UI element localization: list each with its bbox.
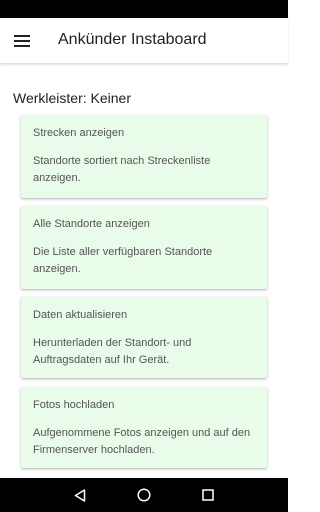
card-title: Alle Standorte anzeigen	[33, 218, 150, 230]
app-bar: Ankünder Instaboard	[0, 18, 288, 64]
navigation-bar	[0, 478, 288, 512]
card-description: Aufgenommene Fotos anzeigen und auf den …	[33, 427, 251, 456]
card-title: Daten aktualisieren	[33, 309, 128, 321]
card-fotos-hochladen[interactable]: Fotos hochladen Aufgenommene Fotos anzei…	[21, 387, 267, 468]
section-title: Werkleister: Keiner	[13, 90, 132, 106]
card-strecken-anzeigen[interactable]: Strecken anzeigen Standorte sortiert nac…	[21, 115, 267, 198]
card-alle-standorte-anzeigen[interactable]: Alle Standorte anzeigen Die Liste aller …	[21, 206, 267, 289]
recents-icon[interactable]	[188, 478, 228, 512]
home-icon[interactable]	[124, 478, 164, 512]
card-title: Strecken anzeigen	[33, 127, 125, 139]
card-description: Die Liste aller verfügbaren Standorte an…	[33, 246, 213, 275]
hamburger-menu-icon[interactable]	[14, 35, 30, 47]
app-title: Ankünder Instaboard	[58, 31, 207, 48]
card-description: Herunterladen der Standort- und Auftrags…	[33, 337, 192, 366]
back-icon[interactable]	[60, 478, 100, 512]
status-bar	[0, 0, 288, 18]
card-description: Standorte sortiert nach Streckenliste an…	[33, 155, 211, 184]
card-daten-aktualisieren[interactable]: Daten aktualisieren Herunterladen der St…	[21, 297, 267, 378]
card-title: Fotos hochladen	[33, 399, 115, 411]
